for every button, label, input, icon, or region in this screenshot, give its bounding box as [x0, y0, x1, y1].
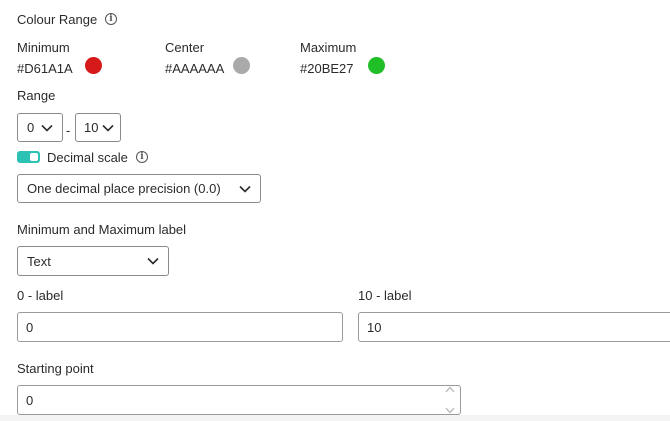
minimum-hex: #D61A1A	[17, 61, 73, 76]
center-color-swatch[interactable]	[233, 57, 250, 74]
high-label-input-value: 10	[367, 319, 382, 335]
maximum-color-swatch[interactable]	[368, 57, 385, 74]
decimal-scale-toggle[interactable]	[17, 151, 40, 163]
low-label-heading: 0 - label	[17, 288, 64, 303]
range-separator: -	[66, 123, 71, 138]
chevron-down-icon	[239, 185, 251, 193]
info-icon[interactable]: i	[105, 13, 117, 25]
decimal-precision-value: One decimal place precision (0.0)	[27, 181, 221, 196]
high-label-input[interactable]: 10	[358, 312, 670, 342]
info-icon[interactable]: i	[136, 151, 148, 163]
center-hex: #AAAAAA	[165, 61, 225, 76]
number-stepper[interactable]	[443, 386, 457, 414]
chevron-up-icon[interactable]	[445, 386, 455, 393]
low-label-input[interactable]: 0	[17, 312, 343, 342]
starting-point-input-value: 0	[26, 392, 34, 408]
min-max-label-type-value: Text	[27, 253, 51, 269]
chevron-down-icon	[147, 257, 159, 265]
decimal-precision-select[interactable]: One decimal place precision (0.0)	[17, 174, 261, 203]
range-label: Range	[17, 88, 56, 103]
chevron-down-icon	[41, 124, 53, 132]
toggle-knob	[30, 153, 38, 161]
starting-point-heading: Starting point	[17, 361, 94, 376]
center-label: Center	[165, 40, 205, 55]
colour-range-title: Colour Range	[17, 12, 98, 27]
high-label-heading: 10 - label	[358, 288, 412, 303]
range-from-value: 0	[27, 120, 35, 135]
minimum-color-swatch[interactable]	[85, 57, 102, 74]
min-max-label-type-select[interactable]: Text	[17, 246, 169, 276]
decimal-scale-label: Decimal scale	[47, 150, 128, 165]
starting-point-input[interactable]: 0	[17, 385, 461, 415]
range-to-value: 10	[84, 120, 99, 135]
maximum-label: Maximum	[300, 40, 357, 55]
maximum-hex: #20BE27	[300, 61, 354, 76]
bottom-divider	[0, 415, 670, 421]
range-from-select[interactable]: 0	[17, 113, 63, 142]
chevron-down-icon[interactable]	[445, 407, 455, 414]
chevron-down-icon	[102, 124, 114, 132]
min-max-label-heading: Minimum and Maximum label	[17, 222, 187, 237]
low-label-input-value: 0	[26, 319, 34, 335]
minimum-label: Minimum	[17, 40, 70, 55]
range-to-select[interactable]: 10	[75, 113, 121, 142]
